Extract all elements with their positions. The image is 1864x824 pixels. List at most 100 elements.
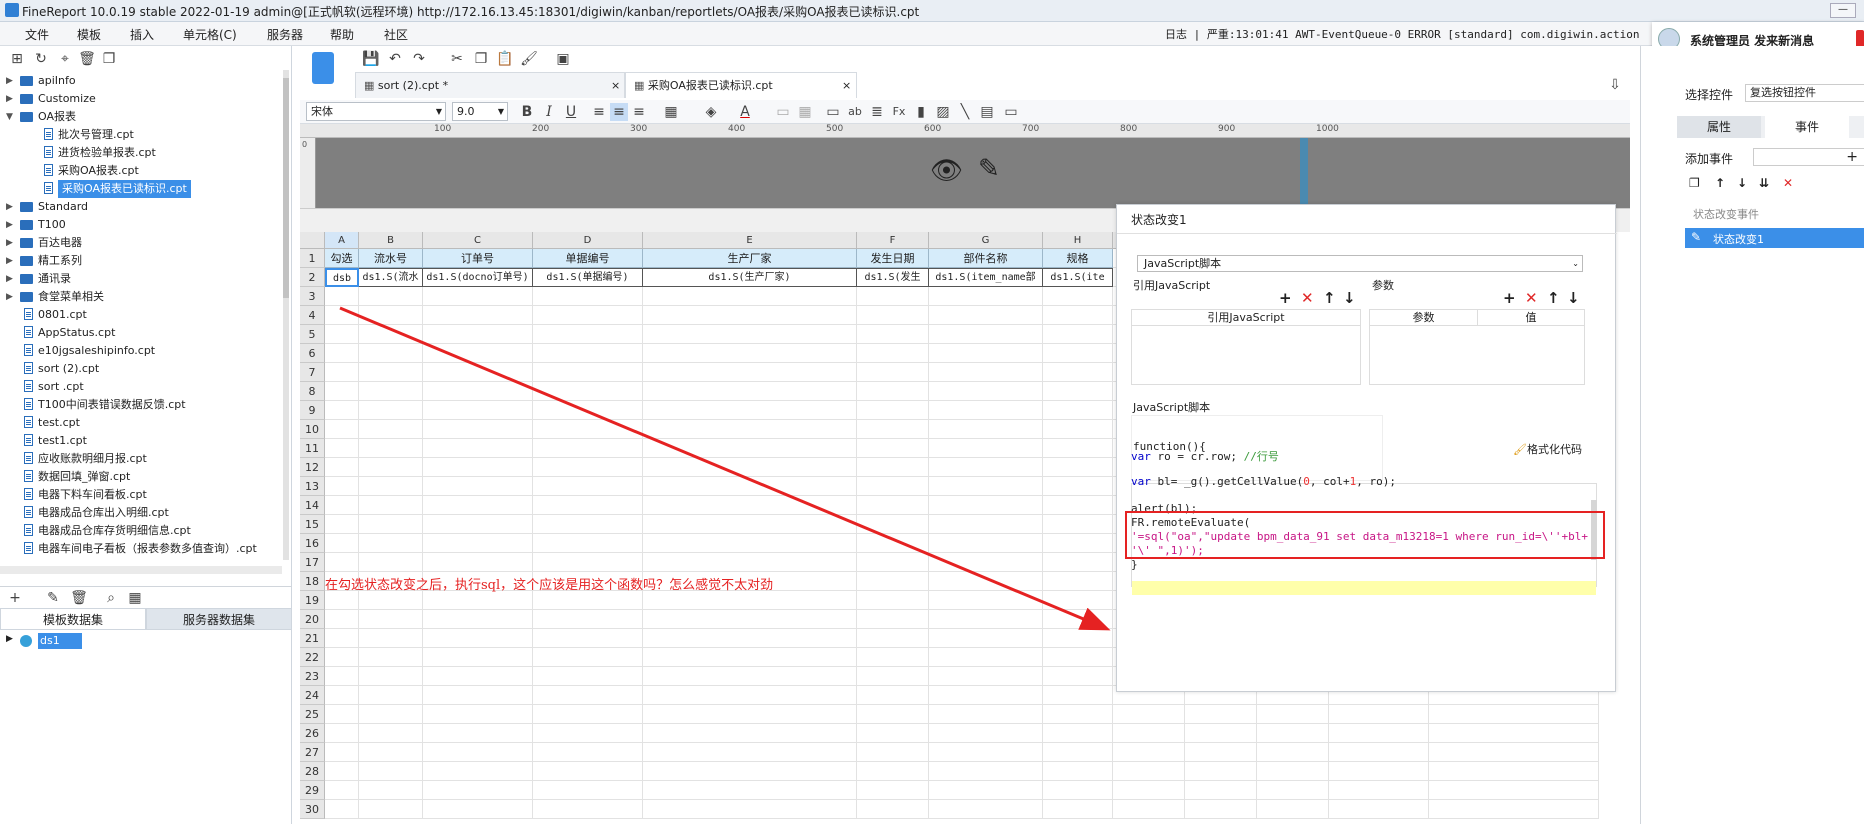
- event-item[interactable]: ✎ 状态改变1: [1685, 228, 1864, 248]
- row-header[interactable]: 12: [300, 458, 325, 477]
- tree-hscrollbar[interactable]: [0, 566, 282, 574]
- align-right-icon[interactable]: ≡: [630, 103, 648, 121]
- chart-icon[interactable]: ▮: [912, 103, 930, 121]
- row-header[interactable]: 7: [300, 363, 325, 382]
- hidden-eye-icon[interactable]: 👁: [930, 156, 963, 186]
- edit-dataset-icon[interactable]: ✎: [44, 589, 62, 607]
- menu-server[interactable]: 服务器: [267, 26, 303, 43]
- tree-folder[interactable]: ▶ 精工系列: [0, 252, 282, 270]
- copy-icon[interactable]: ❐: [472, 50, 490, 68]
- data-cell[interactable]: ds1.S(docno订单号): [423, 268, 533, 287]
- tree-folder[interactable]: ▶ apiInfo: [0, 72, 282, 90]
- row-header[interactable]: 9: [300, 401, 325, 420]
- row-header[interactable]: 8: [300, 382, 325, 401]
- underline-icon[interactable]: U: [562, 103, 580, 121]
- dataset-settings-icon[interactable]: ▦: [126, 589, 144, 607]
- column-header[interactable]: B: [359, 232, 423, 249]
- chevron-right-icon[interactable]: ▶: [6, 252, 13, 270]
- move-up-icon[interactable]: ↑: [1323, 289, 1336, 307]
- tree-folder[interactable]: ▼ OA报表: [0, 108, 282, 126]
- data-cell[interactable]: ds1.S(发生: [857, 268, 929, 287]
- border-icon[interactable]: ▦: [662, 103, 680, 121]
- move-down-icon[interactable]: ↓: [1567, 289, 1580, 307]
- header-cell[interactable]: 规格: [1043, 249, 1113, 268]
- format-painter-icon[interactable]: 🖌: [520, 50, 538, 68]
- chevron-right-icon[interactable]: ▶: [6, 216, 13, 234]
- bold-icon[interactable]: B: [518, 103, 536, 121]
- log-status[interactable]: 日志 | 严重:13:01:41 AWT-EventQueue-0 ERROR …: [1165, 26, 1640, 42]
- header-cell[interactable]: 订单号: [423, 249, 533, 268]
- tree-scrollbar[interactable]: [283, 70, 289, 560]
- row-header[interactable]: 30: [300, 800, 325, 819]
- tree-file[interactable]: 进货检验单报表.cpt: [0, 144, 282, 162]
- font-size-select[interactable]: 9.0 ▼: [452, 102, 508, 121]
- rich-text-icon[interactable]: ≣: [868, 103, 886, 121]
- row-header[interactable]: 24: [300, 686, 325, 705]
- italic-icon[interactable]: I: [540, 103, 558, 121]
- data-cell[interactable]: ds1.S(单据编号): [533, 268, 643, 287]
- expand-arrow-icon[interactable]: ▶: [6, 634, 13, 644]
- merge-cells-icon[interactable]: ▭: [774, 103, 792, 121]
- widget-icon[interactable]: ▭: [1002, 103, 1020, 121]
- preview-icon[interactable]: ▣: [554, 50, 572, 68]
- delete-icon[interactable]: ✕: [1301, 289, 1314, 307]
- script-type-select[interactable]: JavaScript脚本 ⌄: [1137, 255, 1583, 272]
- tree-file[interactable]: 电器下料车间看板.cpt: [0, 486, 282, 504]
- tree-file[interactable]: sort (2).cpt: [0, 360, 282, 378]
- close-icon[interactable]: ×: [611, 73, 620, 99]
- tree-folder[interactable]: ▶ Standard: [0, 198, 282, 216]
- preview-dataset-icon[interactable]: ⌕: [102, 589, 120, 607]
- column-header[interactable]: C: [423, 232, 533, 249]
- text-icon[interactable]: ab: [846, 103, 864, 121]
- data-cell[interactable]: dsb: [325, 268, 359, 287]
- dataset-item[interactable]: ▶ ds1: [0, 632, 120, 650]
- move-down-icon[interactable]: ↓: [1737, 176, 1747, 190]
- refresh-icon[interactable]: ↻: [32, 50, 50, 68]
- align-center-icon[interactable]: ≡: [610, 103, 628, 121]
- tab-events[interactable]: 事件: [1765, 116, 1849, 138]
- delete-icon[interactable]: ✕: [1783, 176, 1793, 190]
- row-header[interactable]: 11: [300, 439, 325, 458]
- row-header[interactable]: 14: [300, 496, 325, 515]
- column-header[interactable]: H: [1043, 232, 1113, 249]
- row-header[interactable]: 5: [300, 325, 325, 344]
- header-cell[interactable]: 发生日期: [857, 249, 929, 268]
- row-header[interactable]: 17: [300, 553, 325, 572]
- header-cell[interactable]: 生产厂家: [643, 249, 857, 268]
- add-icon[interactable]: +: [1279, 289, 1292, 307]
- edit-pencil-icon[interactable]: ✎: [978, 154, 1000, 184]
- chevron-right-icon[interactable]: ▶: [6, 234, 13, 252]
- row-header[interactable]: 15: [300, 515, 325, 534]
- row-header[interactable]: 2: [300, 268, 325, 287]
- header-cell[interactable]: 单据编号: [533, 249, 643, 268]
- tree-file[interactable]: sort .cpt: [0, 378, 282, 396]
- save-icon[interactable]: 💾: [362, 50, 380, 68]
- tree-file[interactable]: 电器车间电子看板（报表参数多值查询）.cpt: [0, 540, 282, 558]
- tree-file[interactable]: AppStatus.cpt: [0, 324, 282, 342]
- row-header[interactable]: 4: [300, 306, 325, 325]
- tree-folder[interactable]: ▶ 通讯录: [0, 270, 282, 288]
- add-icon[interactable]: +: [1503, 289, 1516, 307]
- chevron-right-icon[interactable]: ▶: [6, 72, 13, 90]
- data-cell[interactable]: ds1.S(item_name部: [929, 268, 1043, 287]
- tab-purchase-oa[interactable]: ▦ 采购OA报表已读标识.cpt ×: [625, 72, 857, 98]
- row-header[interactable]: 10: [300, 420, 325, 439]
- row-header[interactable]: 3: [300, 287, 325, 306]
- add-event-select[interactable]: +: [1753, 148, 1864, 166]
- row-header[interactable]: 1: [300, 249, 325, 268]
- row-header[interactable]: 16: [300, 534, 325, 553]
- row-header[interactable]: 20: [300, 610, 325, 629]
- copy-icon[interactable]: ❐: [100, 50, 118, 68]
- tab-server-dataset[interactable]: 服务器数据集: [146, 608, 292, 630]
- formula-icon[interactable]: Fx: [890, 103, 908, 121]
- header-cell[interactable]: 勾选: [325, 249, 359, 268]
- row-header[interactable]: 29: [300, 781, 325, 800]
- tree-file[interactable]: T100中间表错误数据反馈.cpt: [0, 396, 282, 414]
- subreport-icon[interactable]: ▤: [978, 103, 996, 121]
- row-header[interactable]: 26: [300, 724, 325, 743]
- unmerge-cells-icon[interactable]: ▦: [796, 103, 814, 121]
- row-header[interactable]: 23: [300, 667, 325, 686]
- font-family-select[interactable]: 宋体 ▼: [306, 102, 446, 121]
- menu-file[interactable]: 文件: [25, 26, 49, 43]
- tree-file[interactable]: 电器成品仓库存货明细信息.cpt: [0, 522, 282, 540]
